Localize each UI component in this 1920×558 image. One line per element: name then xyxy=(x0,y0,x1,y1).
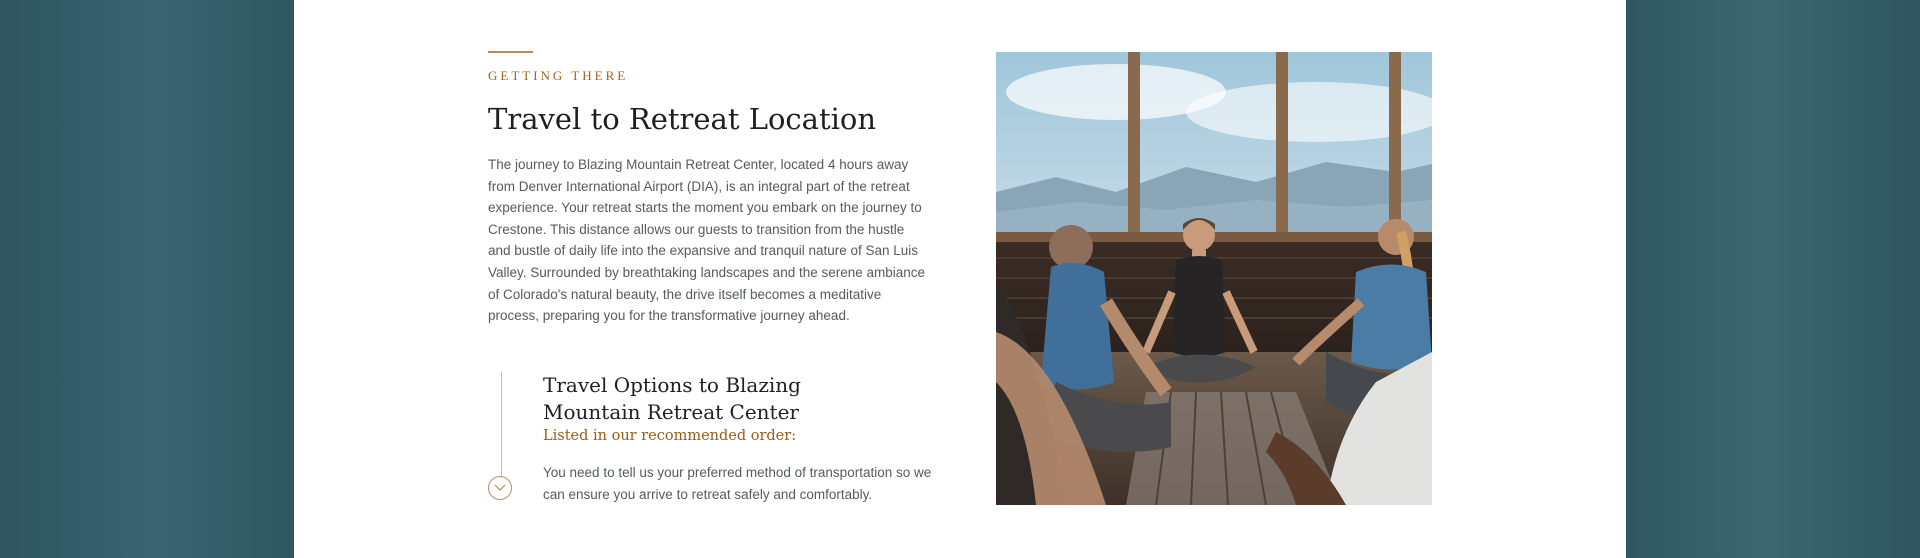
section-eyebrow: GETTING THERE xyxy=(488,68,629,83)
travel-options-tagline: Listed in our recommended order: xyxy=(543,428,797,444)
accordion-connector-line xyxy=(501,372,502,477)
page-title: Travel to Retreat Location xyxy=(488,102,877,136)
intro-paragraph: The journey to Blazing Mountain Retreat … xyxy=(488,157,926,324)
yoga-retreat-photo xyxy=(996,52,1432,505)
expand-toggle-button[interactable] xyxy=(488,476,512,500)
chevron-down-icon xyxy=(494,484,506,491)
travel-options-title: Travel Options to Blazing Mountain Retre… xyxy=(543,373,801,424)
travel-options-description: You need to tell us your preferred metho… xyxy=(543,465,932,502)
accent-divider xyxy=(488,51,533,53)
